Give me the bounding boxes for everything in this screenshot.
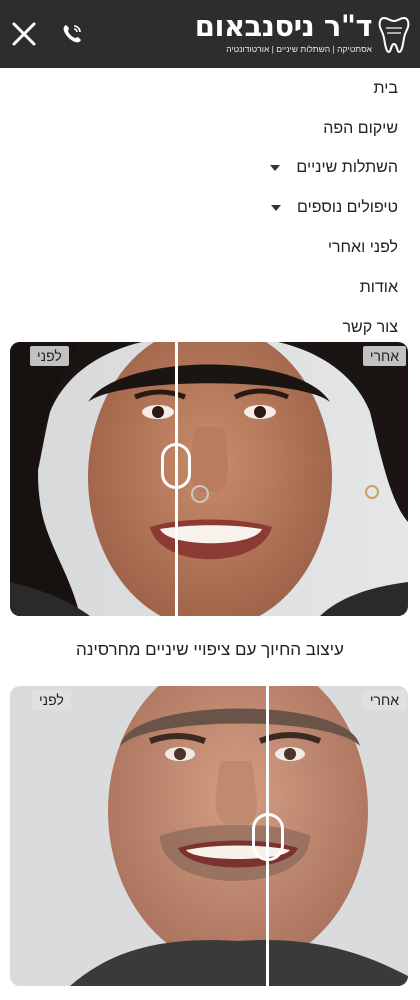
after-label: אחרי	[362, 346, 406, 366]
menu-item-label: שיקום הפה	[323, 120, 398, 137]
menu-item-oral-rehab[interactable]: שיקום הפה	[323, 109, 398, 149]
menu-item-label: אודות	[359, 279, 398, 296]
before-label: לפני	[32, 690, 71, 710]
comparison-photo-1	[10, 342, 408, 616]
menu-item-label: צור קשר	[342, 319, 398, 336]
slider-handle[interactable]	[161, 443, 191, 489]
menu-item-label: בית	[373, 80, 398, 97]
mobile-menu: בית שיקום הפה השתלות שיניים טיפולים נוספ…	[0, 68, 420, 342]
logo-title: ד"ר ניסנבאום	[194, 9, 373, 43]
comparison-photo-2	[10, 686, 408, 986]
slider-handle[interactable]	[252, 813, 284, 861]
menu-item-label: לפני ואחרי	[327, 239, 398, 256]
comparison-caption: עיצוב החיוך עם ציפויי שיניים מחרסינה	[76, 640, 344, 659]
menu-item-before-after[interactable]: לפני ואחרי	[328, 228, 398, 268]
close-menu-button[interactable]	[10, 20, 38, 48]
tooth-logo-icon	[378, 16, 410, 54]
phone-icon	[63, 25, 81, 43]
menu-item-label: השתלות שיניים	[296, 159, 398, 176]
menu-item-contact[interactable]: צור קשר	[342, 308, 398, 348]
menu-item-about[interactable]: אודות	[360, 268, 398, 308]
close-icon	[12, 22, 36, 46]
logo-subtitle: אסתטיקה | השתלות שיניים | אורטודונטיה	[226, 44, 372, 54]
caret-down-icon[interactable]	[270, 204, 281, 211]
menu-item-label: טיפולים נוספים	[297, 199, 398, 216]
menu-item-implants[interactable]: השתלות שיניים	[269, 148, 398, 188]
after-label: אחרי	[362, 690, 406, 710]
menu-item-home[interactable]: בית	[374, 69, 398, 109]
before-after-slider-1[interactable]: לפני אחרי	[10, 342, 408, 616]
before-after-slider-2[interactable]: לפני אחרי	[10, 686, 408, 986]
site-header: ד"ר ניסנבאום אסתטיקה | השתלות שיניים | א…	[0, 0, 420, 68]
before-label: לפני	[30, 346, 69, 366]
call-button[interactable]	[60, 22, 84, 46]
menu-item-more-treatments[interactable]: טיפולים נוספים	[270, 188, 398, 228]
site-logo[interactable]: ד"ר ניסנבאום אסתטיקה | השתלות שיניים | א…	[192, 8, 412, 60]
caret-down-icon[interactable]	[269, 164, 280, 171]
